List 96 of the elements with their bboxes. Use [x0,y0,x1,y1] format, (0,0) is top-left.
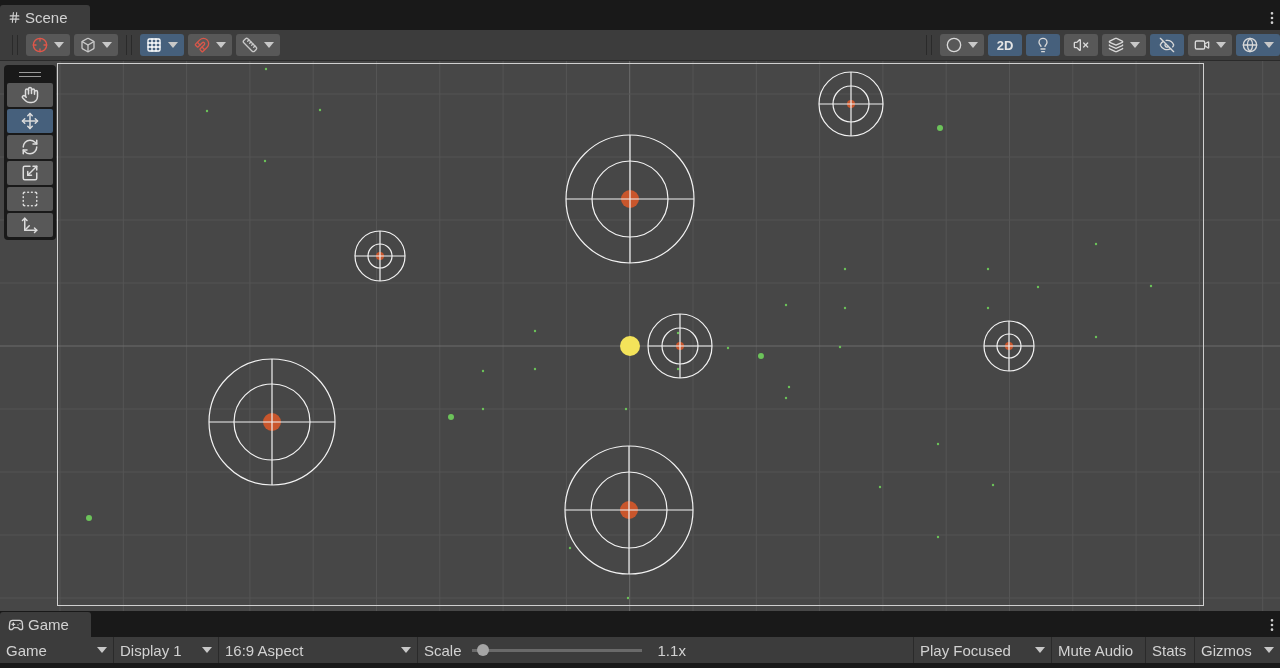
ruler-icon [242,37,258,53]
grid-icon [8,11,21,24]
layers-icon [1108,37,1124,53]
toolbar-button[interactable] [1188,34,1232,56]
caret-icon[interactable] [1130,42,1140,48]
crosshair-icon [32,37,48,53]
particle-dot [937,125,943,131]
scene-tab[interactable]: Scene [0,5,90,30]
particle-dot [676,331,680,335]
particle-dot [986,267,990,271]
camera-icon [1194,37,1210,53]
speaker-muted-icon [1073,37,1089,53]
caret-icon[interactable] [1035,647,1045,653]
particle-dot [1094,242,1098,246]
rect-transform-icon [21,190,39,208]
particle-dot [481,407,485,411]
particle-dot [991,483,995,487]
target-gizmo [983,320,1035,372]
grid-icon [146,37,162,53]
scale-value: 1.1x [657,641,686,659]
particle-dot [448,414,454,420]
caret-icon[interactable] [54,42,64,48]
globe-icon [1242,37,1258,53]
particle-dot [533,329,537,333]
tool-button[interactable] [7,135,53,159]
transform-icon [21,216,39,234]
particle-dot [568,546,572,550]
light-gizmo [620,336,640,356]
toolbar-button[interactable] [940,34,984,56]
eye-crossed-icon [1159,37,1175,53]
toolbar-button[interactable] [1150,34,1184,56]
caret-icon[interactable] [216,42,226,48]
particle-dot [1036,285,1040,289]
toolbar-button[interactable] [1064,34,1098,56]
particle-dot [758,353,764,359]
particle-dot [86,515,92,521]
particle-dot [726,346,730,350]
particle-dot [838,345,842,349]
tool-button[interactable] [7,83,53,107]
particle-dot [784,303,788,307]
caret-icon[interactable] [168,42,178,48]
particle-dot [624,407,628,411]
particle-dot [481,369,485,373]
particle-dot [533,367,537,371]
slider-thumb[interactable] [477,643,490,656]
target-gizmo [818,71,884,137]
particle-dot [936,535,940,539]
tool-button[interactable] [7,187,53,211]
cube-icon [80,37,96,53]
particle-dot [318,108,322,112]
toolbar-button[interactable] [26,34,70,56]
caret-icon[interactable] [264,42,274,48]
caret-icon[interactable] [202,647,212,653]
caret-icon[interactable] [1216,42,1226,48]
caret-icon[interactable] [1264,647,1274,653]
game-tab[interactable]: Game [0,612,91,637]
tool-button[interactable] [7,109,53,133]
particle-dot [1149,284,1153,288]
toolbar-button[interactable] [74,34,118,56]
toolbar-button[interactable] [236,34,280,56]
particle-dot [843,267,847,271]
particle-dot [263,159,267,163]
scale-label: Scale [424,641,462,659]
toolbar-button[interactable] [140,34,184,56]
caret-icon[interactable] [102,42,112,48]
scale-icon [21,164,39,182]
particle-dot [264,67,268,71]
caret-icon[interactable] [97,647,107,653]
toolbar-button[interactable] [188,34,232,56]
hand-icon [21,86,39,104]
caret-icon[interactable] [401,647,411,653]
particle-dot [626,596,630,600]
toolbar-button[interactable] [1102,34,1146,56]
target-gizmo [647,313,713,379]
particle-dot [1094,335,1098,339]
move-arrows-icon [21,112,39,130]
toolbar-button[interactable]: 2D [988,34,1022,56]
toolbar-button[interactable] [1026,34,1060,56]
circle-icon [946,37,962,53]
caret-icon[interactable] [1264,42,1274,48]
particle-dot [986,306,990,310]
target-gizmo [354,230,406,282]
magnet-icon [194,37,210,53]
caret-icon[interactable] [968,42,978,48]
particle-dot [676,367,680,371]
toolbar-button[interactable] [1236,34,1280,56]
particle-dot [205,109,209,113]
tool-button[interactable] [7,161,53,185]
rotate-icon [21,138,39,156]
particle-dot [784,396,788,400]
particle-dot [878,485,882,489]
lightbulb-icon [1035,37,1051,53]
particle-dot [936,442,940,446]
particle-dot [843,306,847,310]
particle-dot [787,385,791,389]
tool-button[interactable] [7,213,53,237]
